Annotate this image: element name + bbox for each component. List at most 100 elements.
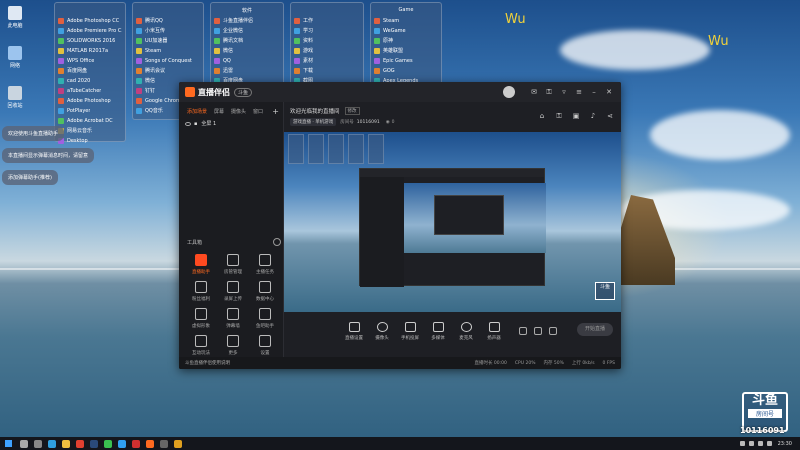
- folder-shortcut[interactable]: WeGame: [374, 26, 438, 35]
- lock-icon[interactable]: ⚿: [554, 112, 564, 122]
- tool-item[interactable]: 虚拟形象: [185, 308, 217, 329]
- folder-shortcut[interactable]: GOG: [374, 66, 438, 75]
- gift-icon[interactable]: ⌂: [537, 112, 547, 122]
- record-icon[interactable]: ▣: [571, 112, 581, 122]
- folder-shortcut[interactable]: Adobe Acrobat DC: [58, 116, 122, 125]
- folder-shortcut[interactable]: UU加速器: [136, 36, 200, 45]
- tool-item[interactable]: 设置: [249, 335, 281, 356]
- folder-shortcut[interactable]: 工作: [294, 16, 360, 25]
- folder-shortcut[interactable]: 微信: [214, 46, 280, 55]
- category-chip[interactable]: 游戏直播 · 单机游戏: [290, 118, 337, 126]
- folder-shortcut[interactable]: QQ: [214, 56, 280, 65]
- wechat-icon[interactable]: [104, 439, 112, 448]
- app-titlebar[interactable]: 直播伴侣 斗鱼 ✉ ⚿ ▿ ≡ – ✕: [179, 82, 621, 102]
- message-icon[interactable]: ✉: [528, 86, 540, 98]
- control-phone-cast[interactable]: 手机投屏: [396, 321, 424, 341]
- tab-camera[interactable]: 摄像头: [231, 108, 246, 115]
- tool-item[interactable]: 录屏上传: [217, 281, 249, 302]
- volume-icon[interactable]: [757, 441, 763, 446]
- folder-shortcut[interactable]: 英雄联盟: [374, 46, 438, 55]
- folder-shortcut[interactable]: 小米互传: [136, 26, 200, 35]
- folder-shortcut[interactable]: PotPlayer: [58, 106, 122, 115]
- tool-item[interactable]: 弹幕墙: [217, 308, 249, 329]
- tool-item[interactable]: 粉丝福利: [185, 281, 217, 302]
- task-view-icon[interactable]: [34, 439, 42, 448]
- settings-icon[interactable]: [549, 327, 557, 335]
- folder-shortcut[interactable]: WPS Office: [58, 56, 122, 65]
- explorer-icon[interactable]: [62, 439, 70, 448]
- douyu-taskbar-icon[interactable]: [146, 439, 154, 448]
- clock[interactable]: 23:30: [778, 441, 792, 447]
- folder-shortcut[interactable]: 素材: [294, 56, 360, 65]
- folder-shortcut[interactable]: 下载: [294, 66, 360, 75]
- folder-shortcut[interactable]: MATLAB R2017a: [58, 46, 122, 55]
- control-mic[interactable]: 麦克风: [452, 321, 480, 341]
- chrome-icon[interactable]: [76, 439, 84, 448]
- tool-item[interactable]: 数据中心: [249, 281, 281, 302]
- folder-shortcut[interactable]: Steam: [374, 16, 438, 25]
- minimize-icon[interactable]: –: [588, 86, 600, 98]
- notification-bubble[interactable]: 欢迎使用斗鱼直播助手: [2, 126, 65, 141]
- avatar[interactable]: [503, 86, 515, 98]
- folder-shortcut[interactable]: 迅雷: [214, 66, 280, 75]
- folder-shortcut[interactable]: 百度网盘: [58, 66, 122, 75]
- folder-shortcut[interactable]: Adobe Photoshop: [58, 96, 122, 105]
- clock-icon[interactable]: [534, 327, 542, 335]
- gift-icon[interactable]: ▿: [558, 86, 570, 98]
- toolbox-settings-icon[interactable]: [273, 238, 281, 246]
- notification-bubble[interactable]: 添加弹幕助手(推荐): [2, 170, 58, 185]
- control-media[interactable]: 多媒体: [424, 321, 452, 341]
- folder-shortcut[interactable]: 斗鱼直播伴侣: [214, 16, 280, 25]
- menu-icon[interactable]: ≡: [573, 86, 585, 98]
- folder-shortcut[interactable]: 学习: [294, 26, 360, 35]
- tool-item[interactable]: 更多: [217, 335, 249, 356]
- tray-icon[interactable]: [739, 441, 745, 446]
- start-live-button[interactable]: 开始直播: [577, 323, 613, 336]
- music-icon[interactable]: [132, 439, 140, 448]
- bell-icon[interactable]: ♪: [588, 112, 598, 122]
- close-icon[interactable]: ✕: [603, 86, 615, 98]
- folder-shortcut[interactable]: SOLIDWORKS 2016: [58, 36, 122, 45]
- notification-bubble[interactable]: 本直播间显示弹幕消息时间，请留意: [2, 148, 95, 163]
- tab-window[interactable]: 窗口: [253, 108, 263, 115]
- desktop-icon-recycle-bin[interactable]: 回收站: [2, 86, 28, 124]
- live-preview[interactable]: 斗鱼: [284, 132, 621, 312]
- add-source-icon[interactable]: +: [272, 107, 279, 116]
- steam-icon[interactable]: [90, 439, 98, 448]
- folder-shortcut[interactable]: 腾讯QQ: [136, 16, 200, 25]
- app-taskbar-icon[interactable]: [160, 439, 168, 448]
- edit-title-button[interactable]: 修改: [344, 107, 360, 115]
- edge-icon[interactable]: [48, 439, 56, 448]
- lock-icon[interactable]: ▪: [194, 121, 197, 127]
- control-speaker[interactable]: 扬声器: [480, 321, 508, 341]
- folder-shortcut[interactable]: 腾讯会议: [136, 66, 200, 75]
- desktop-icon-network[interactable]: 网络: [2, 46, 28, 84]
- folder-shortcut[interactable]: 网易云音乐: [58, 126, 122, 135]
- qq-icon[interactable]: [118, 439, 126, 448]
- folder-shortcut[interactable]: 原神: [374, 36, 438, 45]
- app-taskbar-icon[interactable]: [174, 439, 182, 448]
- desktop-icon-computer[interactable]: 此电脑: [2, 6, 28, 44]
- folder-shortcut[interactable]: cad 2020: [58, 76, 122, 85]
- folder-shortcut[interactable]: 企业微信: [214, 26, 280, 35]
- lock-icon[interactable]: ⚿: [543, 86, 555, 98]
- tool-item[interactable]: 鱼吧助手: [249, 308, 281, 329]
- folder-shortcut[interactable]: Adobe Photoshop CC: [58, 16, 122, 25]
- folder-shortcut[interactable]: Desktop: [58, 136, 122, 145]
- share-icon[interactable]: ⋖: [605, 112, 615, 122]
- start-button[interactable]: [2, 437, 14, 450]
- folder-shortcut[interactable]: Adobe Premiere Pro C...: [58, 26, 122, 35]
- tool-item[interactable]: 房管管理: [217, 254, 249, 275]
- network-icon[interactable]: [748, 441, 754, 446]
- folder-shortcut[interactable]: 资料: [294, 36, 360, 45]
- eye-icon[interactable]: [185, 121, 191, 126]
- folder-shortcut[interactable]: Songs of Conquest: [136, 56, 200, 65]
- tab-add-scene[interactable]: 添加场景: [187, 108, 207, 115]
- control-camera[interactable]: 摄像头: [368, 321, 396, 341]
- record-toggle-icon[interactable]: [519, 327, 527, 335]
- search-icon[interactable]: [20, 439, 28, 448]
- tool-item[interactable]: 互动玩法: [185, 335, 217, 356]
- tool-item[interactable]: 直播助手: [185, 254, 217, 275]
- left-status[interactable]: 斗鱼直播伴侣使用说明: [179, 357, 284, 369]
- scene-item[interactable]: ▪ 全屏 1: [179, 120, 283, 127]
